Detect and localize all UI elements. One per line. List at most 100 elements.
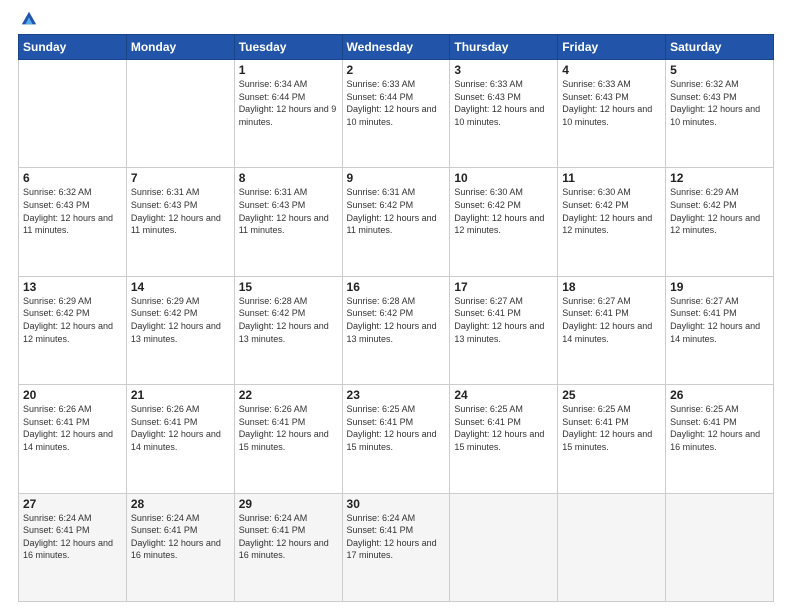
day-info: Sunrise: 6:27 AM Sunset: 6:41 PM Dayligh…: [454, 295, 553, 345]
day-number: 9: [347, 171, 446, 185]
day-number: 19: [670, 280, 769, 294]
day-header-friday: Friday: [558, 35, 666, 60]
calendar-cell: 13Sunrise: 6:29 AM Sunset: 6:42 PM Dayli…: [19, 276, 127, 384]
day-number: 4: [562, 63, 661, 77]
calendar-cell: 17Sunrise: 6:27 AM Sunset: 6:41 PM Dayli…: [450, 276, 558, 384]
day-number: 3: [454, 63, 553, 77]
day-number: 14: [131, 280, 230, 294]
day-number: 26: [670, 388, 769, 402]
calendar-cell: 26Sunrise: 6:25 AM Sunset: 6:41 PM Dayli…: [666, 385, 774, 493]
day-number: 6: [23, 171, 122, 185]
day-info: Sunrise: 6:29 AM Sunset: 6:42 PM Dayligh…: [131, 295, 230, 345]
day-info: Sunrise: 6:28 AM Sunset: 6:42 PM Dayligh…: [347, 295, 446, 345]
day-info: Sunrise: 6:25 AM Sunset: 6:41 PM Dayligh…: [670, 403, 769, 453]
week-row-5: 27Sunrise: 6:24 AM Sunset: 6:41 PM Dayli…: [19, 493, 774, 601]
day-info: Sunrise: 6:33 AM Sunset: 6:43 PM Dayligh…: [454, 78, 553, 128]
day-info: Sunrise: 6:30 AM Sunset: 6:42 PM Dayligh…: [454, 186, 553, 236]
calendar-body: 1Sunrise: 6:34 AM Sunset: 6:44 PM Daylig…: [19, 60, 774, 602]
day-info: Sunrise: 6:30 AM Sunset: 6:42 PM Dayligh…: [562, 186, 661, 236]
day-header-wednesday: Wednesday: [342, 35, 450, 60]
calendar-cell: 30Sunrise: 6:24 AM Sunset: 6:41 PM Dayli…: [342, 493, 450, 601]
day-number: 15: [239, 280, 338, 294]
calendar-cell: 9Sunrise: 6:31 AM Sunset: 6:42 PM Daylig…: [342, 168, 450, 276]
day-info: Sunrise: 6:26 AM Sunset: 6:41 PM Dayligh…: [23, 403, 122, 453]
day-info: Sunrise: 6:31 AM Sunset: 6:43 PM Dayligh…: [131, 186, 230, 236]
logo: [18, 10, 38, 28]
calendar-cell: 25Sunrise: 6:25 AM Sunset: 6:41 PM Dayli…: [558, 385, 666, 493]
day-info: Sunrise: 6:32 AM Sunset: 6:43 PM Dayligh…: [670, 78, 769, 128]
day-number: 8: [239, 171, 338, 185]
calendar-cell: 12Sunrise: 6:29 AM Sunset: 6:42 PM Dayli…: [666, 168, 774, 276]
day-info: Sunrise: 6:25 AM Sunset: 6:41 PM Dayligh…: [347, 403, 446, 453]
calendar-cell: 16Sunrise: 6:28 AM Sunset: 6:42 PM Dayli…: [342, 276, 450, 384]
day-info: Sunrise: 6:27 AM Sunset: 6:41 PM Dayligh…: [562, 295, 661, 345]
calendar-cell: 15Sunrise: 6:28 AM Sunset: 6:42 PM Dayli…: [234, 276, 342, 384]
calendar-cell: 18Sunrise: 6:27 AM Sunset: 6:41 PM Dayli…: [558, 276, 666, 384]
calendar-cell: [19, 60, 127, 168]
day-number: 17: [454, 280, 553, 294]
day-number: 13: [23, 280, 122, 294]
day-number: 21: [131, 388, 230, 402]
day-header-monday: Monday: [126, 35, 234, 60]
day-number: 24: [454, 388, 553, 402]
calendar-cell: 22Sunrise: 6:26 AM Sunset: 6:41 PM Dayli…: [234, 385, 342, 493]
day-header-tuesday: Tuesday: [234, 35, 342, 60]
calendar-cell: 28Sunrise: 6:24 AM Sunset: 6:41 PM Dayli…: [126, 493, 234, 601]
calendar-cell: 5Sunrise: 6:32 AM Sunset: 6:43 PM Daylig…: [666, 60, 774, 168]
day-info: Sunrise: 6:34 AM Sunset: 6:44 PM Dayligh…: [239, 78, 338, 128]
day-number: 20: [23, 388, 122, 402]
calendar-cell: [126, 60, 234, 168]
calendar-cell: 14Sunrise: 6:29 AM Sunset: 6:42 PM Dayli…: [126, 276, 234, 384]
calendar-cell: 8Sunrise: 6:31 AM Sunset: 6:43 PM Daylig…: [234, 168, 342, 276]
day-info: Sunrise: 6:27 AM Sunset: 6:41 PM Dayligh…: [670, 295, 769, 345]
calendar-cell: 2Sunrise: 6:33 AM Sunset: 6:44 PM Daylig…: [342, 60, 450, 168]
day-header-thursday: Thursday: [450, 35, 558, 60]
day-number: 25: [562, 388, 661, 402]
calendar-cell: 20Sunrise: 6:26 AM Sunset: 6:41 PM Dayli…: [19, 385, 127, 493]
day-number: 10: [454, 171, 553, 185]
calendar-cell: 4Sunrise: 6:33 AM Sunset: 6:43 PM Daylig…: [558, 60, 666, 168]
day-number: 1: [239, 63, 338, 77]
day-header-saturday: Saturday: [666, 35, 774, 60]
day-number: 11: [562, 171, 661, 185]
page: SundayMondayTuesdayWednesdayThursdayFrid…: [0, 0, 792, 612]
day-number: 5: [670, 63, 769, 77]
calendar-cell: 1Sunrise: 6:34 AM Sunset: 6:44 PM Daylig…: [234, 60, 342, 168]
day-number: 30: [347, 497, 446, 511]
day-info: Sunrise: 6:33 AM Sunset: 6:44 PM Dayligh…: [347, 78, 446, 128]
day-number: 28: [131, 497, 230, 511]
calendar-cell: 21Sunrise: 6:26 AM Sunset: 6:41 PM Dayli…: [126, 385, 234, 493]
day-number: 2: [347, 63, 446, 77]
day-number: 22: [239, 388, 338, 402]
calendar-cell: 3Sunrise: 6:33 AM Sunset: 6:43 PM Daylig…: [450, 60, 558, 168]
day-info: Sunrise: 6:24 AM Sunset: 6:41 PM Dayligh…: [347, 512, 446, 562]
calendar-header: SundayMondayTuesdayWednesdayThursdayFrid…: [19, 35, 774, 60]
day-number: 16: [347, 280, 446, 294]
calendar-cell: 24Sunrise: 6:25 AM Sunset: 6:41 PM Dayli…: [450, 385, 558, 493]
day-number: 18: [562, 280, 661, 294]
day-header-sunday: Sunday: [19, 35, 127, 60]
calendar-cell: 10Sunrise: 6:30 AM Sunset: 6:42 PM Dayli…: [450, 168, 558, 276]
days-of-week-row: SundayMondayTuesdayWednesdayThursdayFrid…: [19, 35, 774, 60]
calendar-cell: [558, 493, 666, 601]
calendar-table: SundayMondayTuesdayWednesdayThursdayFrid…: [18, 34, 774, 602]
calendar-cell: 7Sunrise: 6:31 AM Sunset: 6:43 PM Daylig…: [126, 168, 234, 276]
calendar-cell: 29Sunrise: 6:24 AM Sunset: 6:41 PM Dayli…: [234, 493, 342, 601]
day-info: Sunrise: 6:24 AM Sunset: 6:41 PM Dayligh…: [23, 512, 122, 562]
calendar-cell: 19Sunrise: 6:27 AM Sunset: 6:41 PM Dayli…: [666, 276, 774, 384]
day-info: Sunrise: 6:24 AM Sunset: 6:41 PM Dayligh…: [239, 512, 338, 562]
logo-icon: [20, 10, 38, 28]
day-info: Sunrise: 6:31 AM Sunset: 6:42 PM Dayligh…: [347, 186, 446, 236]
day-info: Sunrise: 6:32 AM Sunset: 6:43 PM Dayligh…: [23, 186, 122, 236]
calendar-cell: [450, 493, 558, 601]
week-row-3: 13Sunrise: 6:29 AM Sunset: 6:42 PM Dayli…: [19, 276, 774, 384]
day-info: Sunrise: 6:29 AM Sunset: 6:42 PM Dayligh…: [23, 295, 122, 345]
day-info: Sunrise: 6:33 AM Sunset: 6:43 PM Dayligh…: [562, 78, 661, 128]
calendar-cell: 11Sunrise: 6:30 AM Sunset: 6:42 PM Dayli…: [558, 168, 666, 276]
calendar-cell: 23Sunrise: 6:25 AM Sunset: 6:41 PM Dayli…: [342, 385, 450, 493]
day-info: Sunrise: 6:26 AM Sunset: 6:41 PM Dayligh…: [131, 403, 230, 453]
week-row-4: 20Sunrise: 6:26 AM Sunset: 6:41 PM Dayli…: [19, 385, 774, 493]
week-row-2: 6Sunrise: 6:32 AM Sunset: 6:43 PM Daylig…: [19, 168, 774, 276]
calendar-cell: 6Sunrise: 6:32 AM Sunset: 6:43 PM Daylig…: [19, 168, 127, 276]
day-info: Sunrise: 6:29 AM Sunset: 6:42 PM Dayligh…: [670, 186, 769, 236]
